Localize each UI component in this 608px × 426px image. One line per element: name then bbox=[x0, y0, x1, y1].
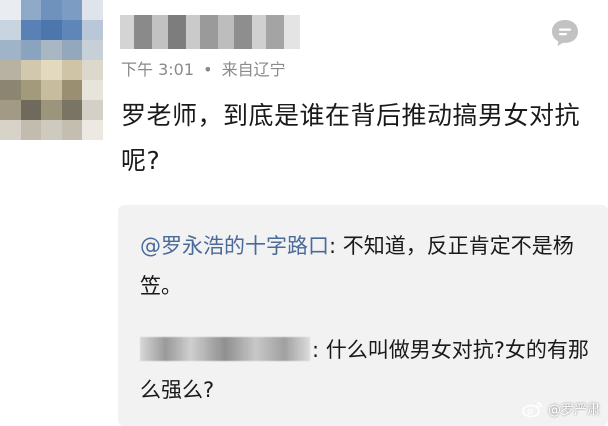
post-location: 来自辽宁 bbox=[221, 60, 286, 79]
post-meta: 下午 3:01 • 来自辽宁 bbox=[121, 56, 286, 80]
meta-separator: • bbox=[203, 60, 213, 79]
watermark: @罗严肃 bbox=[522, 399, 600, 418]
blurred-username[interactable] bbox=[140, 337, 310, 361]
weibo-logo-icon bbox=[522, 401, 543, 417]
post-text: 罗老师，到底是谁在背后推动搞男女对抗呢? bbox=[121, 101, 581, 175]
comment-bubble-icon[interactable] bbox=[549, 17, 581, 49]
quoted-reply-2: : 什么叫做男女对抗?女的有那么强么? bbox=[140, 330, 590, 410]
post-time: 下午 3:01 bbox=[121, 60, 195, 79]
watermark-text: @罗严肃 bbox=[547, 403, 600, 418]
username-blurred[interactable] bbox=[120, 15, 300, 49]
comment-card: 下午 3:01 • 来自辽宁 罗老师，到底是谁在背后推动搞男女对抗呢? @罗永浩… bbox=[0, 0, 608, 426]
quoted-reply-1: @罗永浩的十字路口: 不知道，反正肯定不是杨笠。 bbox=[140, 226, 590, 306]
avatar[interactable] bbox=[0, 0, 103, 140]
mention-link[interactable]: @罗永浩的十字路口 bbox=[140, 234, 329, 258]
